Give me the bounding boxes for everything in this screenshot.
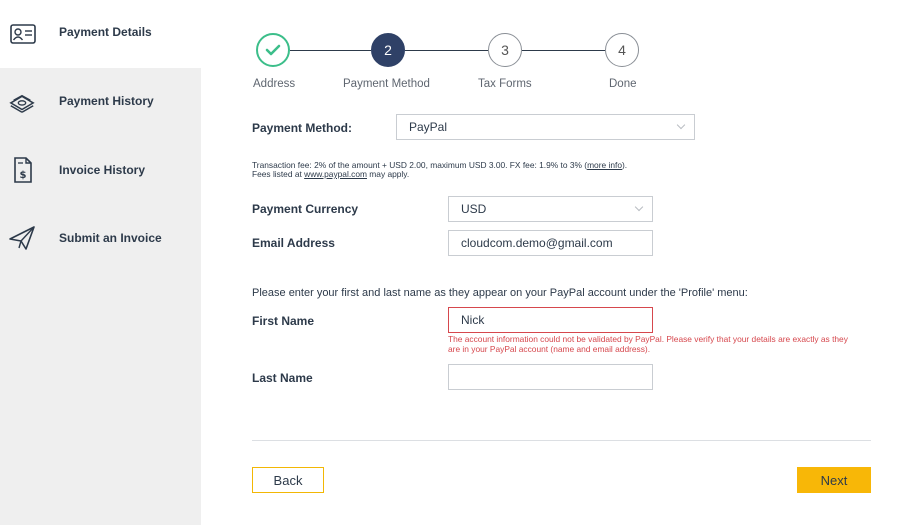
name-instruction: Please enter your first and last name as… [252, 287, 748, 299]
payment-method-label: Payment Method: [252, 121, 353, 135]
invoice-dollar-icon: $ [9, 156, 37, 184]
sidebar-item-invoice-history[interactable]: $ Invoice History [0, 136, 201, 204]
chevron-down-icon [676, 120, 686, 130]
svg-text:$: $ [20, 170, 27, 181]
step-label-address: Address [253, 78, 296, 90]
first-name-label: First Name [252, 314, 315, 328]
step-connector [522, 50, 605, 51]
first-name-field[interactable]: Nick [448, 307, 653, 333]
step-label-payment-method: Payment Method [343, 78, 430, 90]
step-3: 3 [488, 33, 522, 67]
sidebar-item-label: Payment History [59, 94, 154, 108]
fee-text: Fees listed at [252, 169, 305, 179]
step-connector [405, 50, 488, 51]
paypal-link[interactable]: www.paypal.com [304, 169, 367, 179]
sidebar-item-payment-details[interactable]: Payment Details [0, 0, 201, 68]
step-4: 4 [605, 33, 639, 67]
sidebar-item-label: Invoice History [59, 163, 146, 177]
payment-method-value: PayPal [409, 120, 448, 134]
email-label: Email Address [252, 236, 335, 250]
currency-select[interactable]: USD [448, 196, 653, 222]
chevron-down-icon [634, 202, 644, 212]
currency-value: USD [461, 202, 487, 216]
last-name-field[interactable] [448, 364, 653, 390]
sidebar-item-label: Payment Details [59, 25, 152, 39]
email-field[interactable]: cloudcom.demo@gmail.com [448, 230, 653, 256]
payment-method-select[interactable]: PayPal [396, 114, 695, 140]
fee-text: may apply. [366, 169, 410, 179]
sidebar-item-label: Submit an Invoice [59, 231, 162, 245]
paper-plane-icon [8, 224, 36, 252]
step-label-done: Done [609, 78, 637, 90]
currency-label: Payment Currency [252, 202, 359, 216]
check-icon [265, 44, 281, 56]
step-label-tax-forms: Tax Forms [478, 78, 532, 90]
step-connector [290, 50, 371, 51]
sidebar: Payment Details Payment History $ Invoic… [0, 0, 201, 525]
sidebar-item-payment-history[interactable]: Payment History [0, 68, 201, 136]
fee-info-text: Transaction fee: 2% of the amount + USD … [252, 161, 627, 179]
next-button[interactable]: Next [797, 467, 871, 493]
email-value: cloudcom.demo@gmail.com [461, 236, 613, 250]
sidebar-item-submit-invoice[interactable]: Submit an Invoice [0, 204, 201, 272]
back-button[interactable]: Back [252, 467, 324, 493]
first-name-value: Nick [461, 313, 485, 327]
step-2-active: 2 [371, 33, 405, 67]
id-card-icon [9, 20, 37, 48]
step-1-done [256, 33, 290, 67]
more-info-link[interactable]: more info [587, 160, 622, 170]
last-name-label: Last Name [252, 371, 313, 385]
money-stack-icon [8, 88, 36, 116]
divider [252, 440, 871, 441]
fee-text-end: ). [622, 160, 628, 170]
validation-error-message: The account information could not be val… [448, 334, 848, 354]
